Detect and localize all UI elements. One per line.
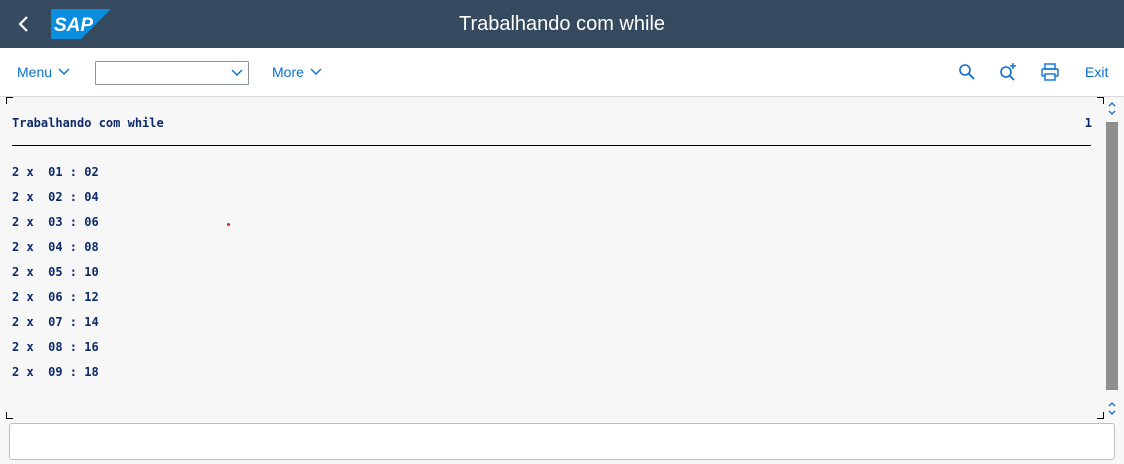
- page-number: 1: [1084, 116, 1092, 130]
- list-row: 2 x 07 : 14: [12, 315, 99, 329]
- more-button[interactable]: More: [272, 48, 322, 96]
- list-row: 2 x 01 : 02: [12, 165, 99, 179]
- back-button[interactable]: [12, 12, 36, 36]
- corner-marker: [6, 412, 13, 419]
- print-button[interactable]: [1040, 62, 1060, 82]
- search-next-button[interactable]: [998, 62, 1018, 82]
- corner-marker: [1097, 97, 1104, 104]
- command-select[interactable]: [95, 61, 249, 85]
- search-button[interactable]: [957, 62, 977, 82]
- list-row: 2 x 04 : 08: [12, 240, 99, 254]
- toolbar: Menu More Exit: [0, 48, 1124, 97]
- corner-marker: [1097, 412, 1104, 419]
- list-row: 2 x 06 : 12: [12, 290, 99, 304]
- more-label: More: [272, 64, 304, 80]
- list-row: 2 x 03 : 06: [12, 215, 99, 229]
- page-title: Trabalhando com while: [458, 12, 666, 35]
- cursor-dot: [227, 223, 230, 226]
- search-icon: [959, 64, 975, 80]
- chevron-left-icon: [18, 16, 28, 32]
- print-icon: [1041, 63, 1059, 81]
- chevron-down-icon: [58, 68, 70, 75]
- chevron-up-icon: [1108, 102, 1116, 115]
- chevron-down-icon: [231, 69, 243, 76]
- chevron-down-icon: [1108, 402, 1116, 415]
- scroll-down-button[interactable]: [1104, 397, 1120, 419]
- list-title: Trabalhando com while: [12, 116, 164, 130]
- list-row: 2 x 02 : 04: [12, 190, 99, 204]
- menu-label: Menu: [17, 64, 53, 80]
- corner-marker: [6, 97, 13, 104]
- scroll-up-button[interactable]: [1104, 97, 1120, 119]
- list-row: 2 x 09 : 18: [12, 365, 99, 379]
- list-output: Trabalhando com while 1 2 x 01 : 02 2 x …: [6, 97, 1104, 419]
- scroll-thumb[interactable]: [1106, 122, 1118, 390]
- menu-button[interactable]: Menu: [17, 48, 70, 96]
- shell-header: SAP Trabalhando com while: [0, 0, 1124, 48]
- svg-text:SAP: SAP: [54, 15, 93, 36]
- chevron-down-icon: [310, 68, 322, 75]
- sap-logo: SAP: [51, 9, 111, 39]
- list-row: 2 x 08 : 16: [12, 340, 99, 354]
- command-field[interactable]: [9, 423, 1115, 460]
- list-row: 2 x 05 : 10: [12, 265, 99, 279]
- vertical-scrollbar[interactable]: [1104, 97, 1120, 419]
- exit-button[interactable]: Exit: [1085, 48, 1108, 96]
- search-plus-icon: [1000, 63, 1016, 81]
- divider: [12, 145, 1091, 146]
